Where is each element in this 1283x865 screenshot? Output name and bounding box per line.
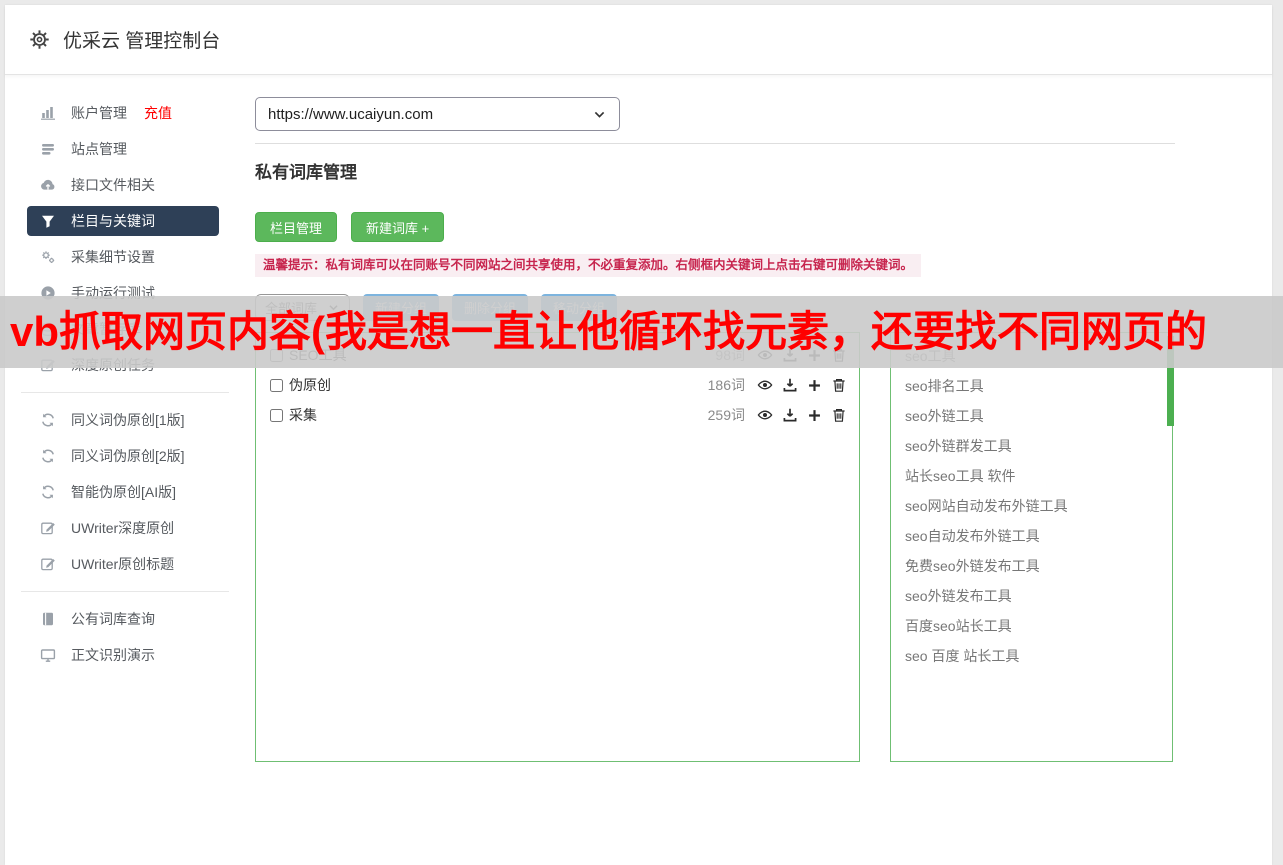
sidebar-item[interactable]: 公有词库查询 [5, 601, 245, 637]
sidebar-item-label: UWriter原创标题 [71, 554, 174, 574]
tip-message: 温馨提示：私有词库可以在同账号不同网站之间共享使用，不必重复添加。右侧框内关键词… [255, 254, 921, 277]
sidebar-item[interactable]: 同义词伪原创[2版] [5, 438, 245, 474]
sidebar: 账户管理充值站点管理接口文件相关栏目与关键词采集细节设置手动运行测试文章暂存库深… [5, 75, 245, 762]
lexicon-row: 采集 259词 [268, 400, 847, 430]
lexicon-row: 伪原创 186词 [268, 370, 847, 400]
sidebar-item-label: 账户管理 [71, 103, 127, 123]
action-button[interactable]: 栏目管理 [255, 212, 337, 242]
lexicon-word-count: 186词 [708, 375, 745, 395]
refresh-icon [39, 412, 56, 428]
main-content: https://www.ucaiyun.com 私有词库管理 栏目管理新建词库 … [245, 75, 1272, 762]
sidebar-item-label: 站点管理 [71, 139, 127, 159]
sidebar-item[interactable]: UWriter深度原创 [5, 510, 245, 546]
app-header: 优采云 管理控制台 [5, 5, 1272, 75]
trash-icon[interactable] [831, 377, 847, 393]
overlay-banner: vb抓取网页内容(我是想一直让他循环找元素，还要找不同网页的 [0, 296, 1283, 368]
bar-chart-icon [39, 105, 56, 121]
site-url-select[interactable]: https://www.ucaiyun.com [255, 97, 620, 131]
refresh-icon [39, 484, 56, 500]
monitor-icon [39, 647, 56, 663]
edit-icon [39, 520, 56, 536]
sidebar-item[interactable]: 智能伪原创[AI版] [5, 474, 245, 510]
refresh-icon [39, 448, 56, 464]
app-window: 优采云 管理控制台 账户管理充值站点管理接口文件相关栏目与关键词采集细节设置手动… [5, 5, 1272, 865]
divider [255, 143, 1175, 144]
action-buttons: 栏目管理新建词库 + [255, 212, 1272, 242]
plus-icon[interactable] [807, 378, 822, 393]
lexicon-list-panel: SEO工具98词伪原创186词采集259词 [255, 332, 860, 762]
keyword-item[interactable]: seo网站自动发布外链工具 [905, 491, 1172, 521]
sidebar-item-label: 同义词伪原创[1版] [71, 410, 185, 430]
sidebar-item-label: 智能伪原创[AI版] [71, 482, 176, 502]
sidebar-item[interactable]: 栏目与关键词 [27, 206, 219, 236]
download-icon[interactable] [782, 377, 798, 393]
funnel-icon [39, 213, 56, 229]
gear-icon [29, 29, 50, 50]
keyword-list-panel: seo工具seo排名工具seo外链工具seo外链群发工具站长seo工具 软件se… [890, 332, 1173, 762]
lexicon-name: 伪原创 [289, 375, 331, 395]
keyword-item[interactable]: seo外链工具 [905, 401, 1172, 431]
keyword-item[interactable]: 免费seo外链发布工具 [905, 551, 1172, 581]
keyword-item[interactable]: 百度seo站长工具 [905, 611, 1172, 641]
keyword-item[interactable]: 站长seo工具 软件 [905, 461, 1172, 491]
edit-icon [39, 556, 56, 572]
lexicon-checkbox[interactable] [270, 379, 283, 392]
lexicon-word-count: 259词 [708, 405, 745, 425]
sidebar-item[interactable]: 采集细节设置 [5, 239, 245, 275]
plus-icon[interactable] [807, 408, 822, 423]
sidebar-item-label: 同义词伪原创[2版] [71, 446, 185, 466]
chevron-down-icon [592, 107, 607, 122]
lexicon-panels: SEO工具98词伪原创186词采集259词 seo工具seo排名工具seo外链工… [255, 332, 1272, 762]
cloud-upload-icon [39, 177, 56, 193]
book-icon [39, 611, 56, 627]
keyword-item[interactable]: seo外链群发工具 [905, 431, 1172, 461]
eye-icon[interactable] [757, 407, 773, 423]
sidebar-item[interactable]: UWriter原创标题 [5, 546, 245, 582]
sidebar-item[interactable]: 同义词伪原创[1版] [5, 402, 245, 438]
list-icon [39, 141, 56, 157]
app-title: 优采云 管理控制台 [63, 26, 220, 53]
sidebar-item-label: 公有词库查询 [71, 609, 155, 629]
sidebar-item[interactable]: 接口文件相关 [5, 167, 245, 203]
sidebar-item-label: 采集细节设置 [71, 247, 155, 267]
sidebar-divider [21, 392, 229, 393]
sidebar-item[interactable]: 账户管理充值 [5, 95, 245, 131]
keyword-item[interactable]: seo外链发布工具 [905, 581, 1172, 611]
lexicon-name: 采集 [289, 405, 317, 425]
lexicon-checkbox[interactable] [270, 409, 283, 422]
trash-icon[interactable] [831, 407, 847, 423]
sidebar-item-label: UWriter深度原创 [71, 518, 174, 538]
sidebar-item-label: 正文识别演示 [71, 645, 155, 665]
sidebar-item[interactable]: 正文识别演示 [5, 637, 245, 673]
eye-icon[interactable] [757, 377, 773, 393]
page-title: 私有词库管理 [255, 162, 1272, 184]
sidebar-divider [21, 591, 229, 592]
sidebar-item-label: 接口文件相关 [71, 175, 155, 195]
recharge-link[interactable]: 充值 [144, 103, 172, 123]
download-icon[interactable] [782, 407, 798, 423]
sidebar-item-label: 栏目与关键词 [71, 211, 155, 231]
keyword-item[interactable]: seo排名工具 [905, 371, 1172, 401]
gears-icon [39, 249, 56, 265]
action-button[interactable]: 新建词库 + [351, 212, 444, 242]
site-url-value: https://www.ucaiyun.com [268, 106, 433, 123]
keyword-item[interactable]: seo自动发布外链工具 [905, 521, 1172, 551]
sidebar-item[interactable]: 站点管理 [5, 131, 245, 167]
